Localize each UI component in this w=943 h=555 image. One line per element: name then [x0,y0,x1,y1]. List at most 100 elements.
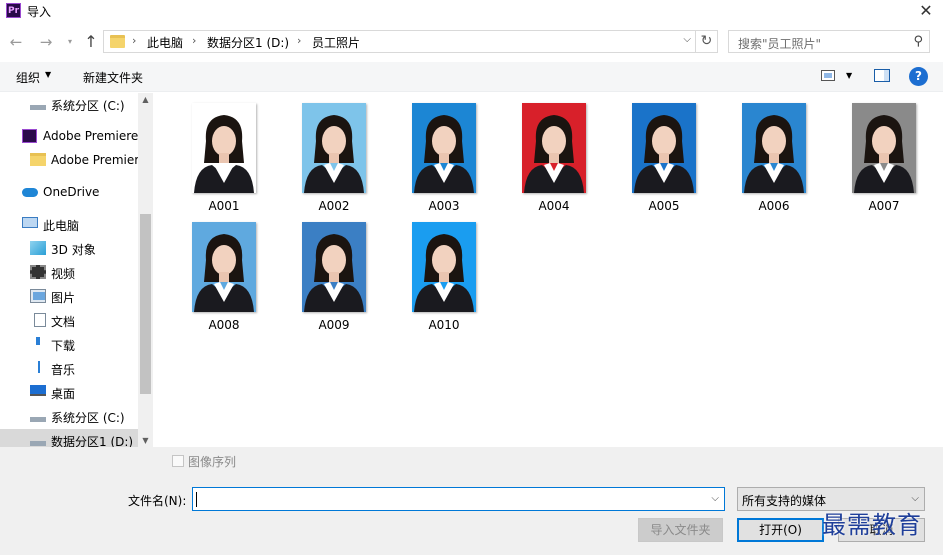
nav-item[interactable]: 数据分区1 (D:) [0,429,138,447]
import-folder-button[interactable]: 导入文件夹 [638,518,723,542]
chevron-down-icon[interactable]: ▼ [846,71,852,80]
image-sequence-label: 图像序列 [188,455,237,469]
file-item[interactable]: A001 [174,103,274,217]
filename-input[interactable]: ⌵ [192,487,725,511]
nav-item-label: 下载 [51,339,76,353]
nav-item[interactable]: 桌面 [0,381,138,403]
file-item[interactable]: A002 [284,103,384,217]
file-name-label: A005 [648,199,680,213]
file-item[interactable]: A004 [504,103,604,217]
cloud-icon [22,188,38,197]
breadcrumb-separator: › [297,34,302,47]
close-icon[interactable]: ✕ [915,0,937,22]
nav-item[interactable]: Adobe Premier [0,149,140,171]
organize-button[interactable]: 组织 [16,69,40,86]
nav-item-label: Adobe Premiere [43,129,139,143]
music-icon [30,361,46,375]
nav-item[interactable]: 音乐 [0,357,138,379]
download-icon [30,337,46,351]
nav-item[interactable]: Adobe Premiere [0,125,138,147]
file-item[interactable]: A007 [834,103,934,217]
file-name-label: A008 [208,318,240,332]
nav-item[interactable]: 视频 [0,261,138,283]
file-item[interactable]: A003 [394,103,494,217]
nav-item-label: Adobe Premier [51,153,140,167]
chevron-down-icon: ⌵ [911,493,919,504]
up-arrow-icon[interactable]: ↑ [81,32,101,52]
window-title: 导入 [27,5,52,19]
nav-item[interactable]: 3D 对象 [0,237,138,259]
chevron-down-icon[interactable]: ⌵ [711,493,719,504]
preview-pane-icon[interactable] [874,69,890,82]
nav-item-label: 音乐 [51,363,76,377]
drive-icon [30,409,46,423]
premiere-icon [22,129,37,143]
file-item[interactable]: A010 [394,222,494,336]
file-name-label: A001 [208,199,240,213]
refresh-icon[interactable]: ↻ [696,30,718,53]
file-name-label: A003 [428,199,460,213]
breadcrumb-data-drive[interactable]: 数据分区1 (D:) [207,34,289,51]
file-name-label: A004 [538,199,570,213]
breadcrumb-this-pc[interactable]: 此电脑 [147,34,183,51]
nav-item[interactable]: 此电脑 [0,213,138,235]
breadcrumb-separator: › [132,34,137,47]
change-view-icon[interactable] [821,70,835,81]
photo-thumbnail [192,222,256,312]
file-type-value: 所有支持的媒体 [742,494,827,508]
photo-thumbnail [302,222,366,312]
nav-item[interactable]: OneDrive [0,181,138,203]
video-icon [30,265,46,279]
back-arrow-icon[interactable]: ← [6,32,26,52]
nav-item[interactable]: 系统分区 (C:) [0,405,138,427]
search-input[interactable]: 搜索"员工照片" ⚲ [728,30,930,53]
navigation-pane: 系统分区 (C:) Adobe Premiere Adobe Premier OneD… [0,93,153,447]
premiere-icon: Pr [6,3,21,18]
folder-icon [110,35,125,48]
nav-item-label: 系统分区 (C:) [51,411,125,425]
desktop-icon [30,385,46,396]
file-name-label: A002 [318,199,350,213]
folder-icon [30,153,46,166]
nav-item[interactable]: 文档 [0,309,138,331]
bottom-panel: 图像序列 文件名(N): ⌵ 所有支持的媒体 ⌵ 导入文件夹 打开(O) 取消 [0,447,943,555]
breadcrumb-staff-photos[interactable]: 员工照片 [312,34,360,51]
scroll-down-icon[interactable]: ▼ [138,436,153,445]
nav-item-label: 数据分区1 (D:) [51,435,134,447]
file-item[interactable]: A006 [724,103,824,217]
image-sequence-checkbox[interactable] [172,455,184,467]
breadcrumb-separator: › [192,34,197,47]
computer-icon [22,217,38,228]
photo-thumbnail [302,103,366,193]
help-icon[interactable]: ? [909,67,928,86]
photo-thumbnail [632,103,696,193]
open-button[interactable]: 打开(O) [737,518,824,542]
file-name-label: A010 [428,318,460,332]
chevron-down-icon: ▼ [45,70,52,79]
filename-label: 文件名(N): [128,494,187,508]
photo-thumbnail [412,103,476,193]
file-name-label: A006 [758,199,790,213]
nav-item[interactable]: 下载 [0,333,138,355]
photo-thumbnail [742,103,806,193]
nav-item-label: 系统分区 (C:) [51,99,125,113]
drive-icon [30,97,46,111]
nav-item[interactable]: 图片 [0,285,138,307]
chevron-down-icon[interactable]: ⌵ [683,34,691,45]
nav-item[interactable]: 系统分区 (C:) [0,93,138,115]
scroll-thumb[interactable] [140,214,151,394]
recent-locations-chevron-icon[interactable]: ▾ [60,32,80,52]
forward-arrow-icon[interactable]: → [36,32,56,52]
nav-scrollbar[interactable]: ▲ ▼ [138,93,153,447]
scroll-up-icon[interactable]: ▲ [138,95,153,104]
title-bar: Pr 导入 ✕ [0,0,943,22]
file-item[interactable]: A005 [614,103,714,217]
new-folder-button[interactable]: 新建文件夹 [83,69,143,86]
address-bar[interactable]: › 此电脑 › 数据分区1 (D:) › 员工照片 ⌵ [103,30,696,53]
search-icon: ⚲ [913,34,923,49]
text-caret [196,492,197,507]
file-item[interactable]: A008 [174,222,274,336]
file-list: A001 A002 A003 A004 A005 A006 A007 A008 A009 A010 [153,93,943,447]
nav-item-label: 桌面 [51,387,76,401]
file-item[interactable]: A009 [284,222,384,336]
